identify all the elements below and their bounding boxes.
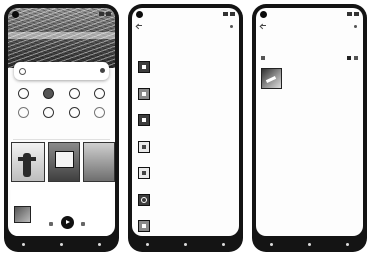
poster-art — [55, 151, 74, 168]
category-item[interactable] — [91, 88, 109, 100]
genre-icon — [138, 61, 150, 74]
list-item[interactable] — [138, 213, 233, 236]
status-bar — [256, 8, 363, 20]
category-item[interactable] — [65, 88, 83, 100]
genre-icon — [138, 220, 150, 233]
category-icon — [43, 88, 55, 99]
category-row-1 — [14, 88, 109, 100]
next-icon[interactable] — [81, 222, 85, 226]
app-bar — [132, 22, 239, 34]
album-art[interactable] — [261, 68, 282, 89]
category-icon — [43, 107, 55, 118]
category-item[interactable] — [65, 107, 83, 119]
category-item[interactable] — [40, 88, 58, 100]
genre-icon — [138, 87, 150, 100]
genre-icon — [138, 140, 150, 153]
play-button[interactable] — [61, 216, 74, 229]
nav-back-icon[interactable] — [145, 242, 149, 246]
genre-list — [138, 54, 233, 236]
poster-art — [23, 153, 31, 177]
toolbar — [261, 54, 358, 62]
section-divider — [13, 139, 110, 140]
genre-icon — [138, 114, 150, 127]
playlist-card[interactable] — [48, 142, 80, 182]
status-icons — [99, 12, 111, 16]
nav-back-icon[interactable] — [21, 242, 25, 246]
category-icon — [68, 88, 80, 99]
playlist-card[interactable] — [11, 142, 45, 182]
category-item[interactable] — [91, 107, 109, 119]
list-item[interactable] — [138, 54, 233, 81]
sort-icon[interactable] — [261, 56, 265, 60]
status-icons — [347, 12, 359, 16]
category-icon — [94, 88, 106, 99]
genre-icon — [138, 167, 150, 180]
nav-recent-icon[interactable] — [98, 242, 102, 246]
camera-cutout — [136, 10, 143, 18]
system-nav-bar — [128, 236, 243, 252]
category-row-2 — [14, 107, 109, 119]
nav-recent-icon[interactable] — [346, 242, 350, 246]
list-item[interactable] — [138, 107, 233, 134]
genres-screen — [132, 8, 239, 236]
search-bar[interactable] — [14, 62, 109, 80]
hero-stripe — [8, 32, 115, 39]
system-nav-bar — [252, 236, 367, 252]
profile-icon[interactable] — [100, 68, 105, 73]
nav-recent-icon[interactable] — [222, 242, 226, 246]
search-icon — [19, 67, 26, 75]
view-icon[interactable] — [354, 56, 358, 60]
list-item[interactable] — [138, 187, 233, 214]
library-screen — [256, 8, 363, 236]
category-item[interactable] — [40, 107, 58, 119]
category-icon — [68, 107, 80, 118]
category-item[interactable] — [14, 107, 32, 119]
genre-icon — [138, 193, 150, 206]
playlist-card[interactable] — [83, 142, 115, 182]
list-item[interactable] — [138, 160, 233, 187]
mini-player[interactable] — [11, 190, 112, 236]
grid-icon[interactable] — [347, 56, 351, 60]
nav-home-icon[interactable] — [307, 242, 311, 246]
system-nav-bar — [4, 236, 119, 252]
app-bar — [256, 22, 363, 34]
status-bar — [132, 8, 239, 20]
home-screen — [8, 8, 115, 236]
phone-genres — [128, 4, 243, 252]
list-item[interactable] — [138, 81, 233, 108]
phone-library — [252, 4, 367, 252]
category-icon — [17, 107, 29, 118]
category-icon — [17, 88, 29, 99]
status-bar — [8, 8, 115, 20]
nav-back-icon[interactable] — [269, 242, 273, 246]
camera-cutout — [12, 10, 19, 18]
now-playing-art — [14, 206, 31, 223]
previous-icon[interactable] — [49, 222, 53, 226]
category-icon — [94, 107, 106, 118]
status-icons — [223, 12, 235, 16]
category-item[interactable] — [14, 88, 32, 100]
nav-home-icon[interactable] — [59, 242, 63, 246]
more-icon[interactable] — [354, 25, 357, 28]
list-item[interactable] — [138, 134, 233, 161]
phone-home — [4, 4, 119, 252]
camera-cutout — [260, 10, 267, 18]
nav-home-icon[interactable] — [183, 242, 187, 246]
play-icon — [66, 220, 70, 224]
more-icon[interactable] — [230, 25, 233, 28]
